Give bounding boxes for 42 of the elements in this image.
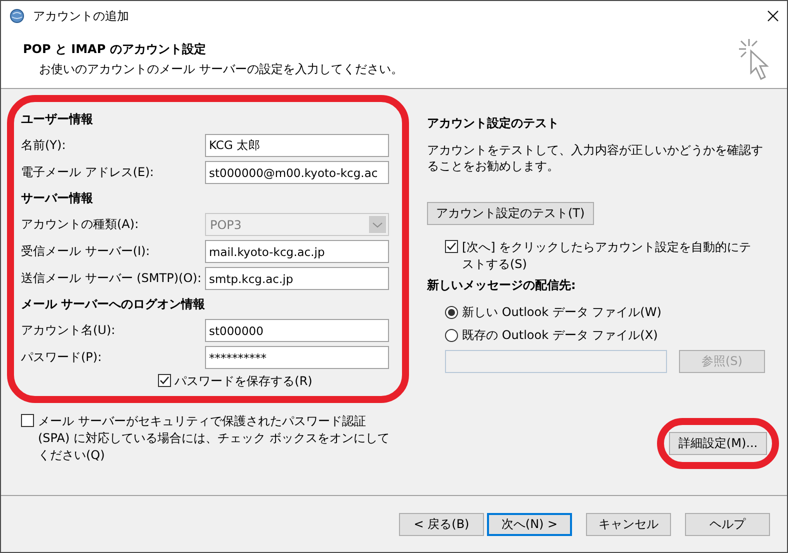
globe-icon — [9, 8, 25, 24]
footer-button[interactable]: ヘルプ — [685, 512, 770, 536]
checkbox-label: メール サーバーがセキュリティで保護されたパスワード認証 (SPA) に対応している場合には、チェック ボックスをオンにしてください(Q) — [38, 413, 390, 464]
test-button[interactable]: アカウント設定のテスト(T) — [427, 202, 594, 225]
window-title: アカウントの追加 — [33, 8, 130, 24]
advanced-settings-button[interactable]: 詳細設定(M)... — [669, 432, 767, 455]
footer-button[interactable]: キャンセル — [586, 512, 671, 536]
input-field[interactable]: smtp.kcg.ac.jp — [205, 267, 389, 290]
input-field[interactable]: mail.kyoto-kcg.ac.jp — [205, 240, 389, 263]
field-label: アカウント名(U): — [21, 322, 116, 339]
radio-button[interactable] — [445, 306, 458, 319]
input-field[interactable]: st000000@m00.kyoto-kcg.ac — [205, 161, 389, 184]
section-heading: ユーザー情報 — [21, 111, 94, 128]
description-text: アカウントをテストして、入力内容が正しいかどうかを確認することをお勧めします。 — [427, 142, 764, 174]
checkbox-label: [次へ] をクリックしたらアカウント設定を自動的にテストする(S) — [462, 239, 752, 273]
section-heading: アカウント設定のテスト — [427, 115, 560, 132]
radio-label: 新しい Outlook データ ファイル(W) — [462, 304, 662, 321]
checkbox[interactable] — [21, 414, 34, 427]
field-label: アカウントの種類(A): — [21, 216, 140, 233]
field-label: 電子メール アドレス(E): — [21, 164, 155, 181]
page-title: POP と IMAP のアカウント設定 — [23, 41, 207, 58]
section-heading: 新しいメッセージの配信先: — [427, 277, 577, 294]
page-subtitle: お使いのアカウントのメール サーバーの設定を入力してください。 — [38, 61, 403, 78]
checkbox-label: パスワードを保存する(R) — [174, 373, 312, 390]
field-label: パスワード(P): — [21, 349, 103, 366]
account-type-dropdown[interactable]: POP3 — [205, 213, 389, 236]
section-heading: メール サーバーへのログオン情報 — [21, 296, 206, 313]
chevron-down-icon — [369, 216, 386, 233]
radio-label: 既存の Outlook データ ファイル(X) — [462, 327, 658, 344]
checkbox[interactable] — [445, 240, 458, 253]
checkbox[interactable] — [158, 374, 171, 387]
section-heading: サーバー情報 — [21, 190, 94, 207]
input-field[interactable]: ********** — [205, 346, 389, 369]
field-label: 受信メール サーバー(I): — [21, 243, 151, 260]
input-field[interactable]: KCG 太郎 — [205, 134, 389, 157]
input-field[interactable]: st000000 — [205, 319, 389, 342]
footer-button[interactable]: < 戻る(B) — [399, 512, 484, 536]
close-icon[interactable] — [767, 10, 779, 22]
footer-button[interactable]: 次へ(N) > — [487, 512, 572, 536]
radio-button[interactable] — [445, 329, 458, 342]
field-label: 名前(Y): — [21, 137, 67, 154]
field-label: 送信メール サーバー (SMTP)(O): — [21, 270, 202, 287]
